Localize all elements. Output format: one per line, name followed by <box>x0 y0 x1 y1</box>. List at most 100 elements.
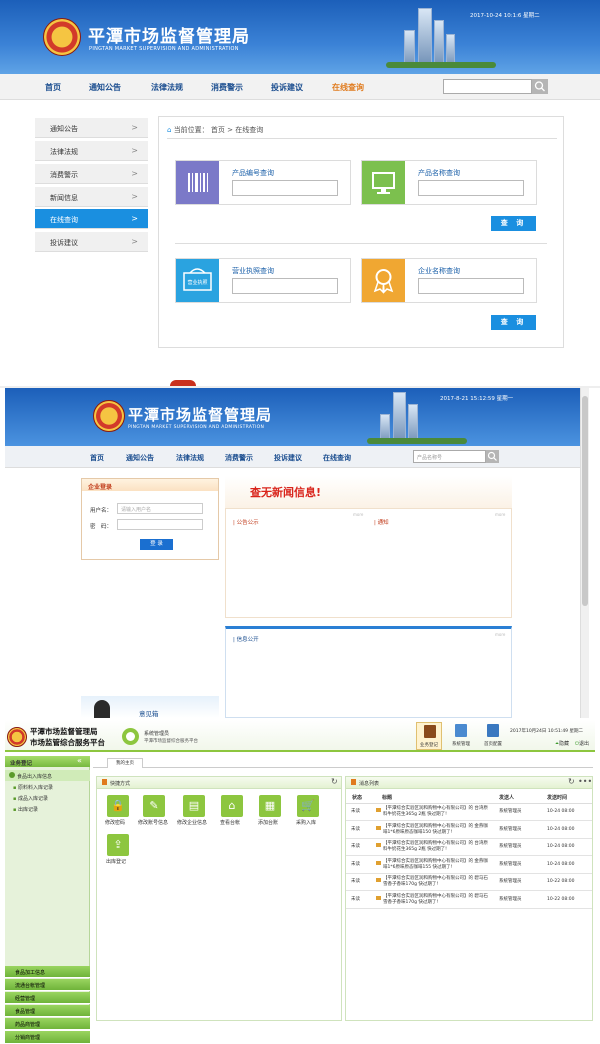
timestamp: 2017-10-24 10:1:6 星期二 <box>470 13 540 19</box>
side-group-business[interactable]: 经营管理 <box>5 992 90 1004</box>
panel-icon <box>351 779 356 785</box>
skyline-image <box>393 392 406 444</box>
mail-icon <box>376 843 381 847</box>
timestamp: 2017-8-21 15:12:59 星期一 <box>440 396 514 402</box>
emblem-logo <box>93 400 125 432</box>
nav-online-query[interactable]: 在线查询 <box>323 453 351 463</box>
side-group-processing[interactable]: 食品加工信息 <box>5 966 90 978</box>
mailbox-banner[interactable]: 意见箱 <box>81 696 219 718</box>
nav-law[interactable]: 法律法规 <box>176 453 204 463</box>
search-input[interactable] <box>443 79 532 94</box>
scrollbar[interactable] <box>580 388 589 718</box>
hide-link[interactable]: ⏶隐藏 <box>555 740 569 747</box>
more-icon[interactable]: ••• <box>578 777 592 786</box>
sidebar-item-law[interactable]: 法律法规 > <box>35 141 148 161</box>
lock-icon[interactable]: 🔒 <box>107 795 129 817</box>
nav-home[interactable]: 首页 <box>90 453 104 463</box>
side-item-out[interactable]: ▪ 出库记录 <box>13 806 38 813</box>
query-button-1[interactable]: 查 询 <box>491 216 536 231</box>
card-business-license: 营业执照 营业执照查询 <box>175 258 351 303</box>
chevron-right-icon: > <box>131 123 138 132</box>
sys-sub: 平潭市场监督综合服务平台 <box>144 739 198 744</box>
product-code-input[interactable] <box>232 180 338 196</box>
query-button-2[interactable]: 查 询 <box>491 315 536 330</box>
company-name-input[interactable] <box>418 278 524 294</box>
nav-complaint[interactable]: 投诉建议 <box>274 453 302 463</box>
nav-notice[interactable]: 通知公告 <box>126 453 154 463</box>
ledger-icon[interactable]: ▦ <box>259 795 281 817</box>
tag-icon[interactable]: ⌂ <box>221 795 243 817</box>
username-input[interactable]: 请输入用户名 <box>117 503 203 514</box>
nav-law[interactable]: 法律法规 <box>151 82 183 93</box>
site-subtitle: PINGTAN MARKET SUPERVISION AND ADMINISTR… <box>128 425 265 430</box>
sidebar-item-complaint[interactable]: 投诉建议 > <box>35 232 148 252</box>
table-row[interactable]: 未读 【平潭综合实验区润和购物中心有限公司】的 碧马石雪香子香味170g 快过期了… <box>346 893 592 909</box>
nav-complaint[interactable]: 投诉建议 <box>271 82 303 93</box>
table-row[interactable]: 未读 【平潭综合实验区润和购物中心有限公司】的 碧马石雪香子香味170g 快过期了… <box>346 875 592 891</box>
license-icon: 营业执照 <box>176 259 219 302</box>
search-button[interactable] <box>486 450 499 463</box>
panel-home-login: 平潭市场监督管理局 PINGTAN MARKET SUPERVISION AND… <box>5 388 595 718</box>
logout-link[interactable]: ⏻退出 <box>575 740 589 747</box>
more-link[interactable]: more <box>495 512 505 517</box>
collapse-icon[interactable]: « <box>77 756 82 765</box>
refresh-icon[interactable]: ↻ <box>568 777 575 786</box>
site-title: 平潭市场监督管理局 <box>88 27 250 47</box>
top-tab-register[interactable]: 业务登记 <box>416 722 442 750</box>
no-news-text: 查无新闻信息! <box>250 486 322 499</box>
top-tab-home-config[interactable]: 首页配置 <box>480 722 506 750</box>
sidebar-item-online-query[interactable]: 在线查询 > <box>35 209 148 229</box>
table-row[interactable]: 未读 【平潭综合实验区润和购物中心有限公司】的 金燕咖啡1*6原味原态咖啡155 … <box>346 858 592 874</box>
side-item-raw-in[interactable]: ▪ 原料料入库记录 <box>13 784 53 791</box>
emblem-logo <box>7 727 27 747</box>
site-header: 平潭市场监督管理局 PINGTAN MARKET SUPERVISION AND… <box>0 0 600 74</box>
sidebar-item-news[interactable]: 新闻信息 > <box>35 187 148 207</box>
chevron-right-icon: > <box>131 169 138 178</box>
nav-warning[interactable]: 消费警示 <box>211 82 243 93</box>
company-icon[interactable]: ▤ <box>183 795 205 817</box>
side-group-ledger[interactable]: 流通台帐管理 <box>5 979 90 991</box>
msg-sender: 系统管理员 <box>499 861 522 867</box>
cart-icon[interactable]: 🛒 <box>297 795 319 817</box>
refresh-icon[interactable]: ↻ <box>331 777 338 786</box>
table-row[interactable]: 未读 【平潭综合实验区润和购物中心有限公司】的 台湾原料牛奶花生365g 2瓶 快… <box>346 840 592 856</box>
card-company-name: 企业名称查询 <box>361 258 537 303</box>
nav-notice[interactable]: 通知公告 <box>89 82 121 93</box>
table-row[interactable]: 未读 【平潭综合实验区润和购物中心有限公司】的 台湾原料牛奶花生365g 2瓶 快… <box>346 805 592 821</box>
password-input[interactable] <box>117 519 203 530</box>
card-label: 营业执照查询 <box>232 267 274 275</box>
book-icon <box>424 725 436 738</box>
mailbox-label: 意见箱 <box>139 710 159 718</box>
msg-title: 【平潭综合实验区润和购物中心有限公司】的 金燕咖啡1*6原味原态咖啡155 快过… <box>383 858 488 870</box>
side-group-food-io[interactable]: 食品出入库信息 <box>5 770 90 781</box>
side-group-drug[interactable]: 药品商管理 <box>5 1018 90 1030</box>
card-product-code: 产品编号查询 <box>175 160 351 205</box>
more-link[interactable]: more <box>495 632 505 637</box>
more-link[interactable]: more <box>353 512 363 517</box>
product-name-input[interactable] <box>418 180 524 196</box>
search-input[interactable]: 产品名称号 <box>413 450 486 463</box>
license-input[interactable] <box>232 278 338 294</box>
msg-status: 未读 <box>351 809 360 814</box>
msg-time: 10-24 08:00 <box>547 826 575 832</box>
login-button[interactable]: 登 录 <box>140 539 173 550</box>
nav-online-query[interactable]: 在线查询 <box>332 82 364 93</box>
settings-icon <box>455 724 467 737</box>
chevron-right-icon: > <box>131 146 138 155</box>
sidebar-item-warning[interactable]: 消费警示 > <box>35 164 148 184</box>
sidebar-item-notice[interactable]: 通知公告 > <box>35 118 148 138</box>
mail-icon <box>376 860 381 865</box>
outbound-icon[interactable]: ⇪ <box>107 834 129 856</box>
monitor-icon <box>362 161 405 204</box>
side-group-food[interactable]: 食品管理 <box>5 1005 90 1017</box>
side-item-product-in[interactable]: ▪ 成品入库记录 <box>13 795 48 802</box>
side-group-distributor[interactable]: 分销商管理 <box>5 1031 90 1044</box>
nav-warning[interactable]: 消费警示 <box>225 453 253 463</box>
table-row[interactable]: 未读 【平潭综合实验区润和购物中心有限公司】的 金燕咖啡1*6原味原态咖啡150 … <box>346 823 592 839</box>
edit-icon[interactable]: ✎ <box>143 795 165 817</box>
panel-online-query: 平潭市场监督管理局 PINGTAN MARKET SUPERVISION AND… <box>0 0 600 365</box>
nav-home[interactable]: 首页 <box>45 82 61 93</box>
tab-my-home[interactable]: 我的主页 <box>107 758 143 768</box>
top-tab-system[interactable]: 系统管理 <box>448 722 474 750</box>
search-button[interactable] <box>532 79 548 94</box>
